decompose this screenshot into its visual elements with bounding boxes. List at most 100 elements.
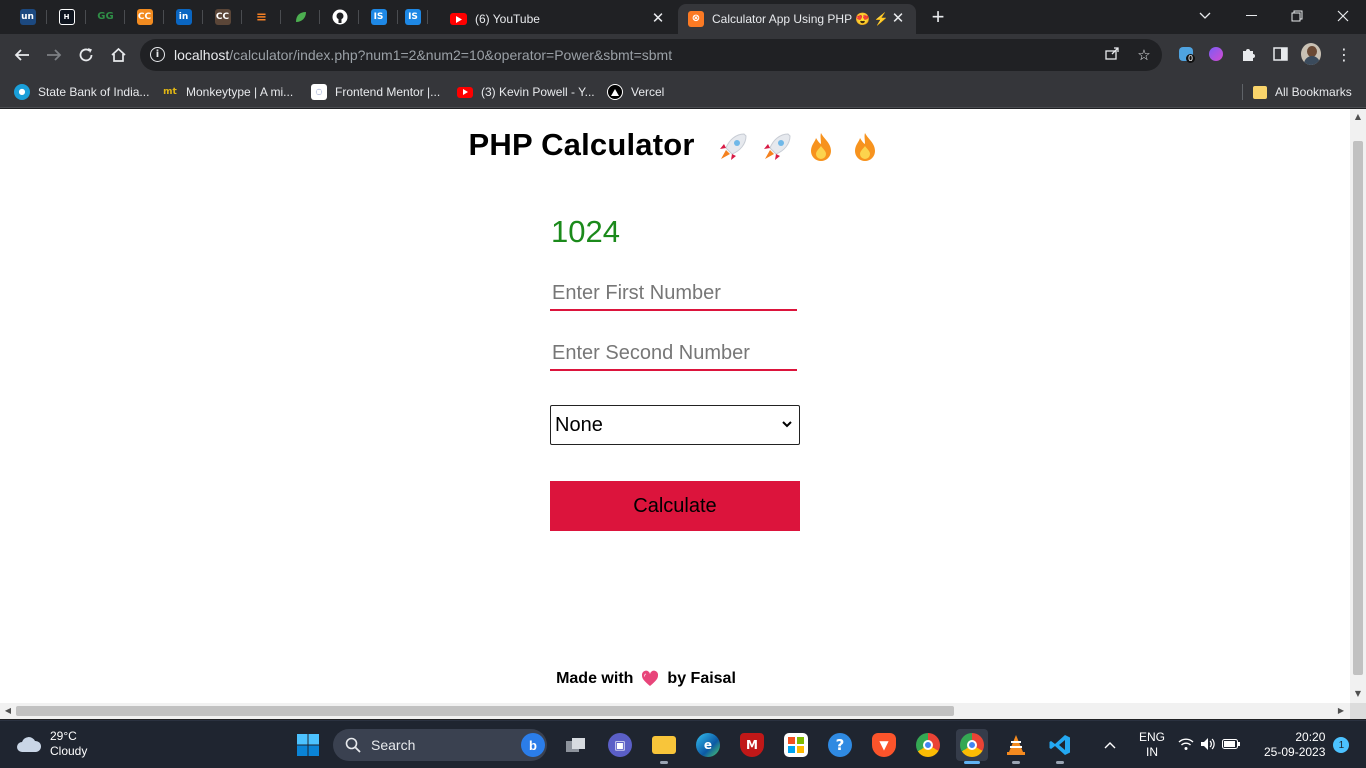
reload-icon[interactable] <box>74 43 98 67</box>
close-icon[interactable]: ✕ <box>890 11 906 27</box>
vertical-scroll-thumb[interactable] <box>1353 141 1363 675</box>
first-number-input[interactable] <box>550 277 797 311</box>
side-panel-icon[interactable] <box>1270 44 1290 64</box>
pinned-tab-cc[interactable]: CC <box>203 5 242 29</box>
notification-badge[interactable]: 1 <box>1333 737 1350 753</box>
pinned-tab-infosys[interactable]: IS <box>359 5 398 29</box>
chrome-canary-app[interactable] <box>912 729 944 761</box>
bookmark-frontend-mentor[interactable]: ◌ Frontend Mentor |... <box>311 82 440 102</box>
geeksforgeeks-icon: GG <box>97 11 114 22</box>
get-help-app[interactable]: ? <box>824 729 856 761</box>
bookmark-sbi[interactable]: ● State Bank of India... <box>14 82 149 102</box>
taskbar-search[interactable]: Search b <box>333 729 547 761</box>
battery-icon[interactable] <box>1222 738 1240 752</box>
file-explorer-app[interactable] <box>648 729 680 764</box>
all-bookmarks-button[interactable]: All Bookmarks <box>1253 82 1352 102</box>
tab-youtube[interactable]: (6) YouTube ✕ <box>440 4 676 34</box>
operator-select[interactable]: None <box>550 405 800 445</box>
bookmark-monkeytype[interactable]: mt Monkeytype | A mi... <box>162 82 293 102</box>
chevron-up-icon[interactable] <box>1100 738 1120 752</box>
task-view-icon <box>564 733 588 757</box>
search-label: Search <box>371 737 416 753</box>
pinned-tab-linkedin[interactable]: in <box>164 5 203 29</box>
page-title: PHP Calculator <box>0 127 1350 164</box>
clock-date: 25-09-2023 <box>1264 745 1326 759</box>
help-icon: ? <box>828 733 852 757</box>
second-number-input[interactable] <box>550 337 797 371</box>
close-window-icon[interactable] <box>1320 0 1366 32</box>
forward-arrow-icon[interactable] <box>42 43 66 67</box>
scroll-up-arrow-icon[interactable]: ▲ <box>1353 112 1363 122</box>
pinned-tab-codechef[interactable]: CC <box>125 5 164 29</box>
extension-badge-icon[interactable]: 0 <box>1176 44 1196 64</box>
footer-suffix: by Faisal <box>667 670 736 687</box>
calculate-button[interactable]: Calculate <box>550 481 800 531</box>
microsoft-store-app[interactable] <box>780 729 812 761</box>
vlc-app[interactable] <box>1000 729 1032 764</box>
cc-icon: CC <box>214 9 231 25</box>
vertical-scrollbar[interactable]: ▲ ▼ <box>1350 109 1366 703</box>
home-icon[interactable] <box>106 43 130 67</box>
fire-icon <box>810 132 831 161</box>
profile-avatar[interactable] <box>1301 43 1321 65</box>
address-bar[interactable]: i localhost/calculator/index.php?num1=2&… <box>140 39 1162 71</box>
volume-icon[interactable] <box>1200 737 1216 754</box>
ai-extension-icon[interactable] <box>1206 44 1226 64</box>
page-viewport: PHP Calculator 1024 Enter First Number E… <box>0 109 1366 719</box>
vlc-cone-icon <box>1004 733 1028 757</box>
back-arrow-icon[interactable] <box>10 43 34 67</box>
horizontal-scrollbar[interactable]: ◀ ▶ <box>0 703 1350 719</box>
pinned-tab-geeksforgeeks[interactable]: GG <box>86 5 125 29</box>
brave-app[interactable]: ▼ <box>868 729 900 761</box>
calculator-page: PHP Calculator 1024 Enter First Number E… <box>0 109 1350 703</box>
share-icon[interactable] <box>1102 45 1122 65</box>
new-tab-plus-icon[interactable]: + <box>926 6 950 28</box>
restore-icon[interactable] <box>1274 0 1320 32</box>
scrollbar-corner <box>1350 703 1366 719</box>
clock[interactable]: 20:20 25-09-2023 <box>1264 730 1325 760</box>
pinned-tab-hackerrank[interactable]: H <box>47 5 86 29</box>
scroll-left-arrow-icon[interactable]: ◀ <box>3 706 13 716</box>
teams-chat-app[interactable]: ▣ <box>604 729 636 761</box>
pinned-tab-unstop[interactable]: un <box>8 5 47 29</box>
minimize-icon[interactable] <box>1228 0 1274 32</box>
pinned-tab-github[interactable] <box>320 5 359 29</box>
tab-calculator[interactable]: ⊗ Calculator App Using PHP 😍 ⚡ ✕ <box>678 4 916 34</box>
bookmark-vercel[interactable]: Vercel <box>607 82 664 102</box>
url-text[interactable]: localhost/calculator/index.php?num1=2&nu… <box>174 47 672 63</box>
site-info-icon[interactable]: i <box>150 47 165 62</box>
bookmark-label: (3) Kevin Powell - Y... <box>481 85 595 99</box>
brave-lion-icon: ▼ <box>872 733 896 757</box>
chrome-icon <box>960 733 984 757</box>
pinned-tab-label: un <box>21 11 34 22</box>
chrome-app[interactable] <box>956 729 988 764</box>
footer: Made with by Faisal <box>0 670 1292 688</box>
scroll-down-arrow-icon[interactable]: ▼ <box>1353 689 1363 699</box>
more-menu-icon[interactable]: ⋮ <box>1334 44 1354 64</box>
scroll-right-arrow-icon[interactable]: ▶ <box>1336 706 1346 716</box>
all-bookmarks-label: All Bookmarks <box>1275 85 1352 99</box>
pinned-tab-stackoverflow[interactable]: ≡ <box>242 5 281 29</box>
start-button[interactable] <box>292 729 324 761</box>
close-icon[interactable]: ✕ <box>650 11 666 27</box>
mcafee-app[interactable]: M <box>736 729 768 761</box>
vercel-icon <box>607 84 623 100</box>
youtube-icon <box>450 13 467 25</box>
bookmark-star-icon[interactable]: ☆ <box>1134 45 1154 65</box>
vscode-app[interactable] <box>1044 729 1076 764</box>
system-tray: ENG IN 20:20 25-09-2023 1 <box>1100 721 1350 768</box>
pinned-tab-infosys-2[interactable]: IS <box>398 5 428 29</box>
wifi-icon[interactable] <box>1178 737 1194 754</box>
puzzle-extensions-icon[interactable] <box>1238 44 1258 64</box>
tab-search-chevron-icon[interactable] <box>1182 0 1228 32</box>
task-view-button[interactable] <box>560 729 592 761</box>
edge-app[interactable]: e <box>692 729 724 761</box>
language-indicator[interactable]: ENG IN <box>1138 730 1166 760</box>
weather-widget[interactable]: 29°C Cloudy <box>16 729 87 759</box>
infosys-springboard-icon: IS <box>405 9 421 25</box>
horizontal-scroll-thumb[interactable] <box>16 706 954 716</box>
bookmark-kevin-powell[interactable]: (3) Kevin Powell - Y... <box>457 82 595 102</box>
chat-icon: ▣ <box>608 733 632 757</box>
operator-selected-value: None <box>555 413 603 436</box>
pinned-tab-leaf[interactable] <box>281 5 320 29</box>
